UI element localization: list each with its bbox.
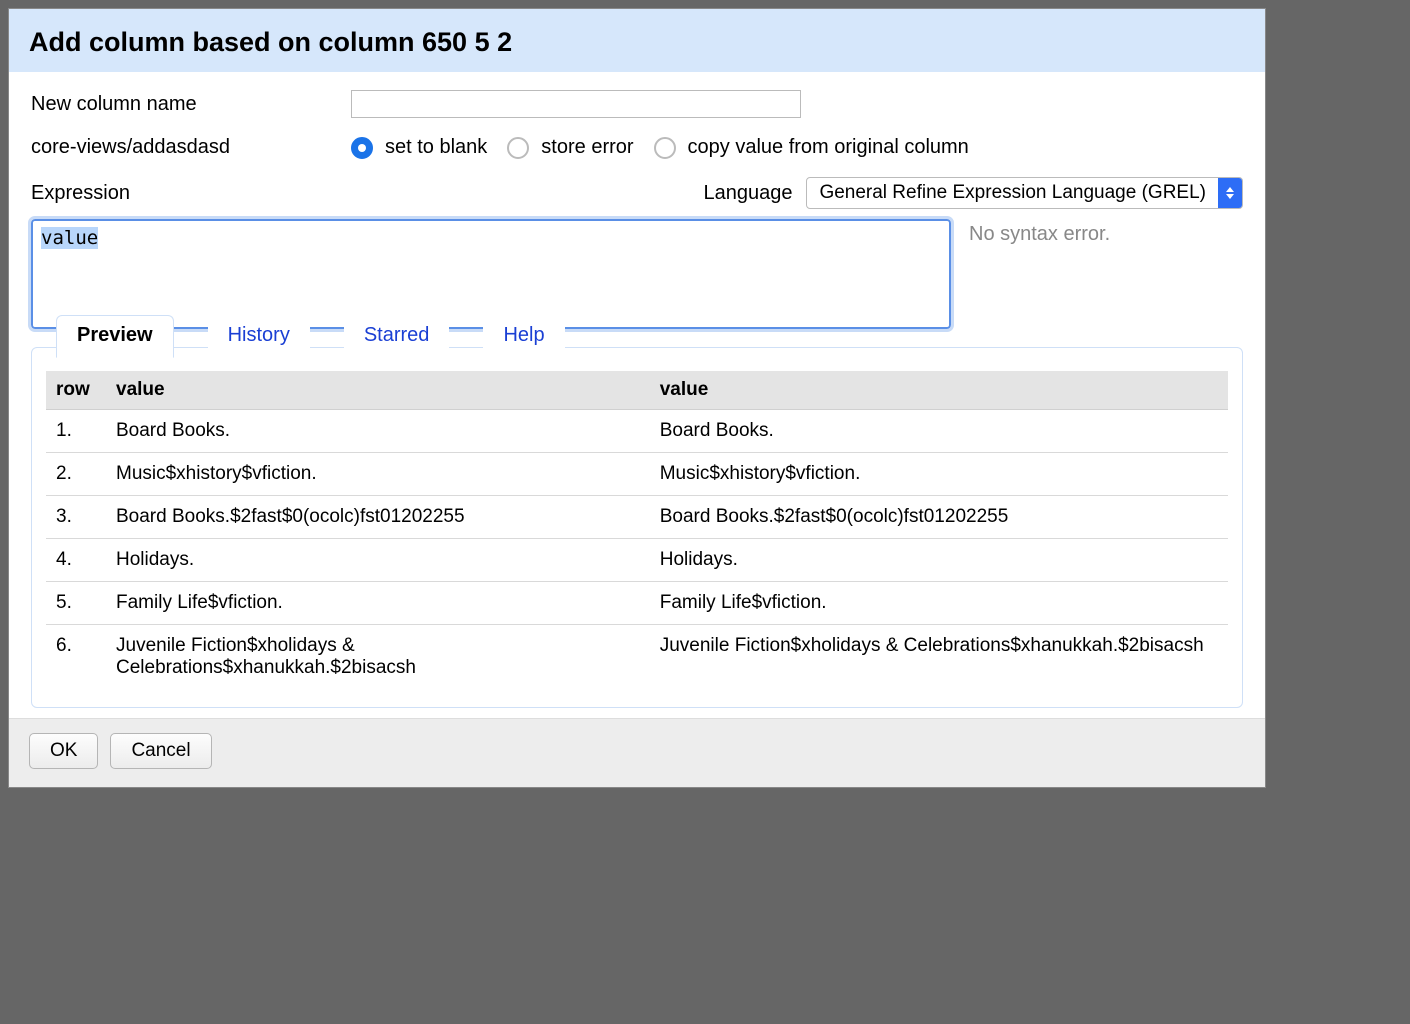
- col-header-row: row: [46, 371, 106, 410]
- on-error-radio-group: set to blank store error copy value from…: [351, 136, 983, 159]
- dialog-title: Add column based on column 650 5 2: [9, 9, 1265, 72]
- cell-value1: Holidays.: [106, 539, 650, 582]
- cell-value2: Juvenile Fiction$xholidays & Celebration…: [650, 625, 1228, 690]
- radio-store-error[interactable]: [507, 137, 529, 159]
- table-row: 3. Board Books.$2fast$0(ocolc)fst0120225…: [46, 496, 1228, 539]
- cell-value1: Board Books.: [106, 410, 650, 453]
- table-row: 1. Board Books. Board Books.: [46, 410, 1228, 453]
- cell-value2: Board Books.$2fast$0(ocolc)fst01202255: [650, 496, 1228, 539]
- table-row: 5. Family Life$vfiction. Family Life$vfi…: [46, 582, 1228, 625]
- language-select[interactable]: General Refine Expression Language (GREL…: [806, 177, 1243, 209]
- cell-row-num: 2.: [46, 453, 106, 496]
- on-error-label: core-views/addasdasd: [31, 136, 351, 159]
- expression-header-row: Expression Language General Refine Expre…: [31, 177, 1243, 209]
- radio-store-error-label: store error: [541, 136, 633, 159]
- col-header-value1: value: [106, 371, 650, 410]
- expression-textarea[interactable]: value: [31, 219, 951, 329]
- expression-editor-row: value No syntax error.: [31, 219, 1243, 329]
- cell-value2: Music$xhistory$vfiction.: [650, 453, 1228, 496]
- cell-value1: Board Books.$2fast$0(ocolc)fst01202255: [106, 496, 650, 539]
- table-row: 6. Juvenile Fiction$xholidays & Celebrat…: [46, 625, 1228, 690]
- radio-set-to-blank-label: set to blank: [385, 136, 487, 159]
- radio-copy-value[interactable]: [654, 137, 676, 159]
- preview-table: row value value 1. Board Books. Board Bo…: [46, 371, 1228, 689]
- dialog-body: New column name core-views/addasdasd set…: [9, 72, 1265, 718]
- new-column-input[interactable]: [351, 90, 801, 118]
- expression-label: Expression: [31, 182, 130, 205]
- cell-value2: Holidays.: [650, 539, 1228, 582]
- cell-row-num: 4.: [46, 539, 106, 582]
- table-row: 2. Music$xhistory$vfiction. Music$xhisto…: [46, 453, 1228, 496]
- cell-value2: Family Life$vfiction.: [650, 582, 1228, 625]
- new-column-label: New column name: [31, 93, 351, 116]
- cell-row-num: 1.: [46, 410, 106, 453]
- cancel-button[interactable]: Cancel: [110, 733, 211, 769]
- add-column-dialog: Add column based on column 650 5 2 New c…: [8, 8, 1266, 788]
- radio-copy-value-label: copy value from original column: [688, 136, 969, 159]
- table-row: 4. Holidays. Holidays.: [46, 539, 1228, 582]
- table-header-row: row value value: [46, 371, 1228, 410]
- cell-value1: Family Life$vfiction.: [106, 582, 650, 625]
- language-select-value: General Refine Expression Language (GREL…: [807, 182, 1218, 204]
- on-error-row: core-views/addasdasd set to blank store …: [31, 136, 1243, 159]
- cell-value2: Board Books.: [650, 410, 1228, 453]
- syntax-status: No syntax error.: [969, 219, 1110, 329]
- tabs-bar: Preview History Starred Help: [46, 314, 1228, 357]
- tab-history[interactable]: History: [208, 316, 310, 357]
- col-header-value2: value: [650, 371, 1228, 410]
- dialog-footer: OK Cancel: [9, 718, 1265, 787]
- cell-row-num: 5.: [46, 582, 106, 625]
- cell-row-num: 6.: [46, 625, 106, 690]
- ok-button[interactable]: OK: [29, 733, 98, 769]
- language-label: Language: [703, 182, 792, 205]
- cell-value1: Juvenile Fiction$xholidays & Celebration…: [106, 625, 650, 690]
- new-column-row: New column name: [31, 90, 1243, 118]
- cell-value1: Music$xhistory$vfiction.: [106, 453, 650, 496]
- tab-help[interactable]: Help: [483, 316, 564, 357]
- tab-starred[interactable]: Starred: [344, 316, 450, 357]
- preview-panel: Preview History Starred Help row value v…: [31, 347, 1243, 708]
- tab-preview[interactable]: Preview: [56, 315, 174, 358]
- radio-set-to-blank[interactable]: [351, 137, 373, 159]
- cell-row-num: 3.: [46, 496, 106, 539]
- updown-arrows-icon: [1218, 178, 1242, 208]
